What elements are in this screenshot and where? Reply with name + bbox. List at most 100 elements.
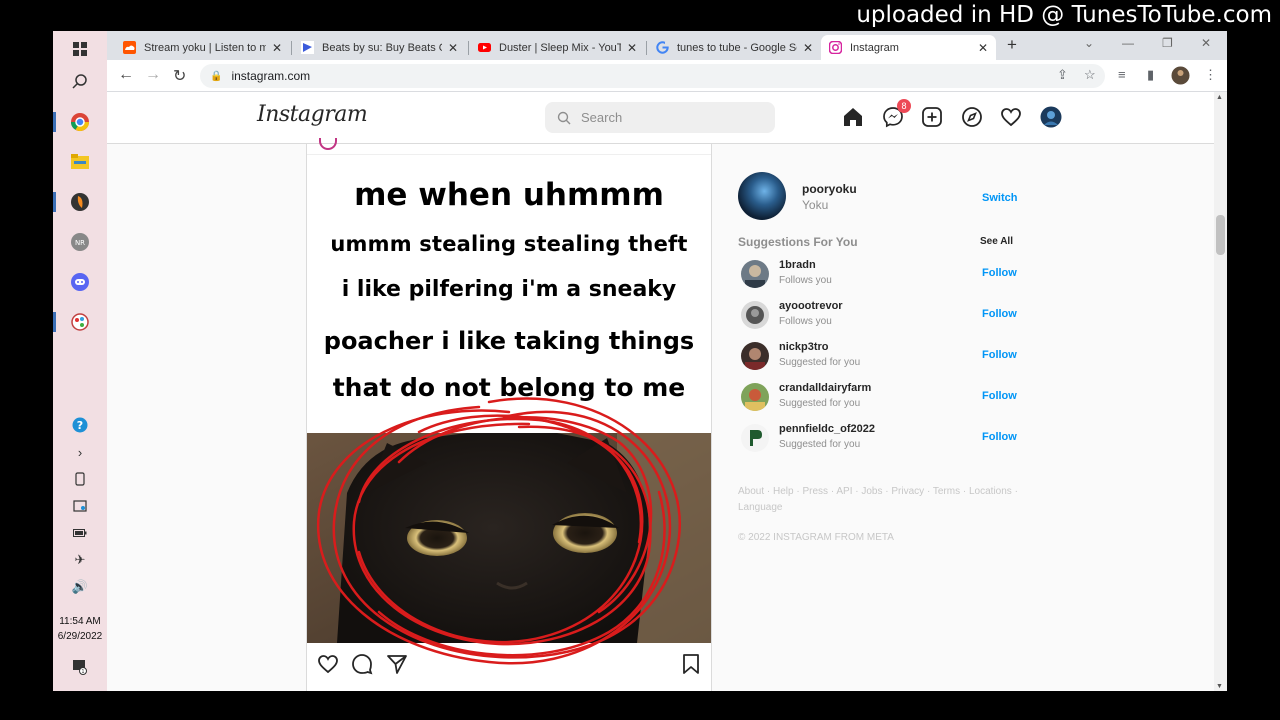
scrollbar-thumb[interactable] (1216, 215, 1225, 255)
lock-icon[interactable]: 🔒 (210, 71, 222, 82)
address-toolbar: ← → ↻ 🔒 instagram.com ⇪ ☆ ≡ ▮ ⋮ (107, 60, 1227, 92)
share-send-icon[interactable] (384, 651, 410, 677)
like-heart-icon[interactable] (315, 651, 341, 677)
home-icon[interactable] (841, 105, 865, 129)
suggestion-username[interactable]: 1bradn (779, 259, 816, 271)
suggestion-username[interactable]: pennfieldc_of2022 (779, 423, 875, 435)
forward-button[interactable]: → (145, 66, 161, 84)
profile-avatar[interactable] (1039, 105, 1063, 129)
watermark-text: uploaded in HD @ TunesToTube.com (856, 2, 1272, 28)
notifications-icon[interactable]: 1 (53, 655, 107, 679)
tab-beatstars[interactable]: Beats by su: Buy Beats Onl ✕ (293, 35, 466, 60)
bookmark-star-icon[interactable]: ☆ (1084, 67, 1096, 83)
comment-icon[interactable] (349, 651, 375, 677)
suggestion-avatar[interactable] (741, 342, 769, 370)
profile-avatar[interactable] (1171, 66, 1190, 88)
follow-button[interactable]: Follow (982, 308, 1017, 320)
follow-button[interactable]: Follow (982, 267, 1017, 279)
meme-text-line: that do not belong to me (332, 373, 686, 402)
follow-button[interactable]: Follow (982, 390, 1017, 402)
clock-time: 11:54 AM (59, 616, 101, 627)
restore-button[interactable]: ❐ (1162, 36, 1173, 50)
meme-caption-image: me when uhmmm ummm stealing stealing the… (307, 155, 711, 433)
paint-icon[interactable] (53, 304, 107, 340)
close-window-button[interactable]: ✕ (1201, 36, 1211, 50)
follow-button[interactable]: Follow (982, 431, 1017, 443)
tab-youtube[interactable]: Duster | Sleep Mix - YouTu ✕ (470, 35, 645, 60)
suggestion-subtitle: Suggested for you (779, 357, 861, 368)
scroll-down-arrow-icon[interactable]: ▼ (1216, 683, 1223, 690)
meme-text-line: i like pilfering i'm a sneaky (341, 277, 677, 302)
tab-title: Instagram (850, 41, 899, 54)
messenger-icon[interactable]: 8 (881, 99, 911, 129)
scroll-up-arrow-icon[interactable]: ▲ (1216, 94, 1223, 101)
phone-link-icon[interactable] (53, 467, 107, 491)
new-tab-button[interactable]: + (1007, 35, 1017, 55)
copyright-text: © 2022 INSTAGRAM FROM META (738, 532, 894, 543)
explore-compass-icon[interactable] (960, 105, 984, 129)
more-menu-icon[interactable]: ⋮ (1204, 67, 1217, 83)
app-icon[interactable]: NR (53, 224, 107, 260)
suggestion-avatar[interactable] (741, 301, 769, 329)
save-bookmark-icon[interactable] (678, 651, 704, 677)
tab-title: Stream yoku | Listen to mu (144, 41, 266, 54)
close-icon[interactable]: ✕ (448, 41, 458, 55)
tab-divider (646, 41, 647, 55)
tab-instagram[interactable]: Instagram ✕ (821, 35, 996, 60)
follow-button[interactable]: Follow (982, 349, 1017, 361)
instagram-icon (829, 41, 842, 54)
feed-post: me when uhmmm ummm stealing stealing the… (306, 138, 712, 691)
side-panel-icon[interactable]: ▮ (1147, 67, 1154, 83)
suggestion-username[interactable]: ayoootrevor (779, 300, 843, 312)
suggestion-avatar[interactable] (741, 424, 769, 452)
search-icon[interactable] (53, 64, 107, 100)
search-box[interactable] (545, 102, 775, 133)
airplane-mode-icon[interactable]: ✈ (53, 548, 107, 572)
screen-capture-icon[interactable] (53, 494, 107, 518)
suggestion-subtitle: Suggested for you (779, 398, 861, 409)
file-explorer-icon[interactable] (53, 144, 107, 180)
post-author-avatar[interactable] (319, 138, 337, 150)
suggestion-username[interactable]: crandalldairyfarm (779, 382, 871, 394)
search-icon (557, 111, 571, 124)
chrome-icon[interactable] (53, 104, 107, 140)
tab-soundcloud[interactable]: Stream yoku | Listen to mu ✕ (115, 35, 290, 60)
current-user-name: Yoku (802, 198, 829, 212)
close-icon[interactable]: ✕ (627, 41, 637, 55)
battery-icon (53, 521, 107, 545)
windows-start-icon[interactable] (53, 31, 107, 67)
switch-account-button[interactable]: Switch (982, 192, 1017, 204)
see-all-link[interactable]: See All (980, 236, 1013, 247)
suggestions-heading: Suggestions For You (738, 235, 858, 249)
volume-icon[interactable]: 🔊 (53, 575, 107, 599)
tab-google[interactable]: tunes to tube - Google Sea ✕ (648, 35, 821, 60)
tab-search-icon[interactable]: ⌄ (1084, 36, 1094, 50)
search-input[interactable] (581, 110, 761, 125)
fl-studio-icon[interactable] (53, 184, 107, 220)
reload-button[interactable]: ↻ (173, 66, 186, 86)
reading-list-icon[interactable]: ≡ (1118, 67, 1126, 82)
minimize-button[interactable]: — (1122, 36, 1134, 50)
discord-icon[interactable] (53, 264, 107, 300)
youtube-icon (478, 41, 491, 54)
close-icon[interactable]: ✕ (803, 41, 813, 55)
activity-heart-icon[interactable] (999, 105, 1023, 129)
current-username[interactable]: pooryoku (802, 182, 857, 196)
share-icon[interactable]: ⇪ (1057, 67, 1068, 83)
suggestion-avatar[interactable] (741, 383, 769, 411)
back-button[interactable]: ← (118, 66, 134, 84)
help-icon[interactable]: ? (53, 413, 107, 437)
suggestion-avatar[interactable] (741, 260, 769, 288)
instagram-logo[interactable]: Instagram (257, 102, 368, 127)
footer-links[interactable]: About · Help · Press · API · Jobs · Priv… (738, 484, 1028, 516)
current-user-avatar[interactable] (738, 172, 786, 220)
chevron-right-icon[interactable]: › (53, 440, 107, 464)
close-icon[interactable]: ✕ (272, 41, 282, 55)
address-bar[interactable]: 🔒 instagram.com (200, 64, 1105, 88)
close-icon[interactable]: ✕ (978, 41, 988, 55)
taskbar-clock[interactable]: 11:54 AM 6/29/2022 (53, 614, 107, 644)
meme-text-line: poacher i like taking things (323, 327, 695, 355)
page-scrollbar[interactable]: ▲ ▼ (1214, 92, 1227, 691)
new-post-icon[interactable] (920, 105, 944, 129)
suggestion-username[interactable]: nickp3tro (779, 341, 829, 353)
